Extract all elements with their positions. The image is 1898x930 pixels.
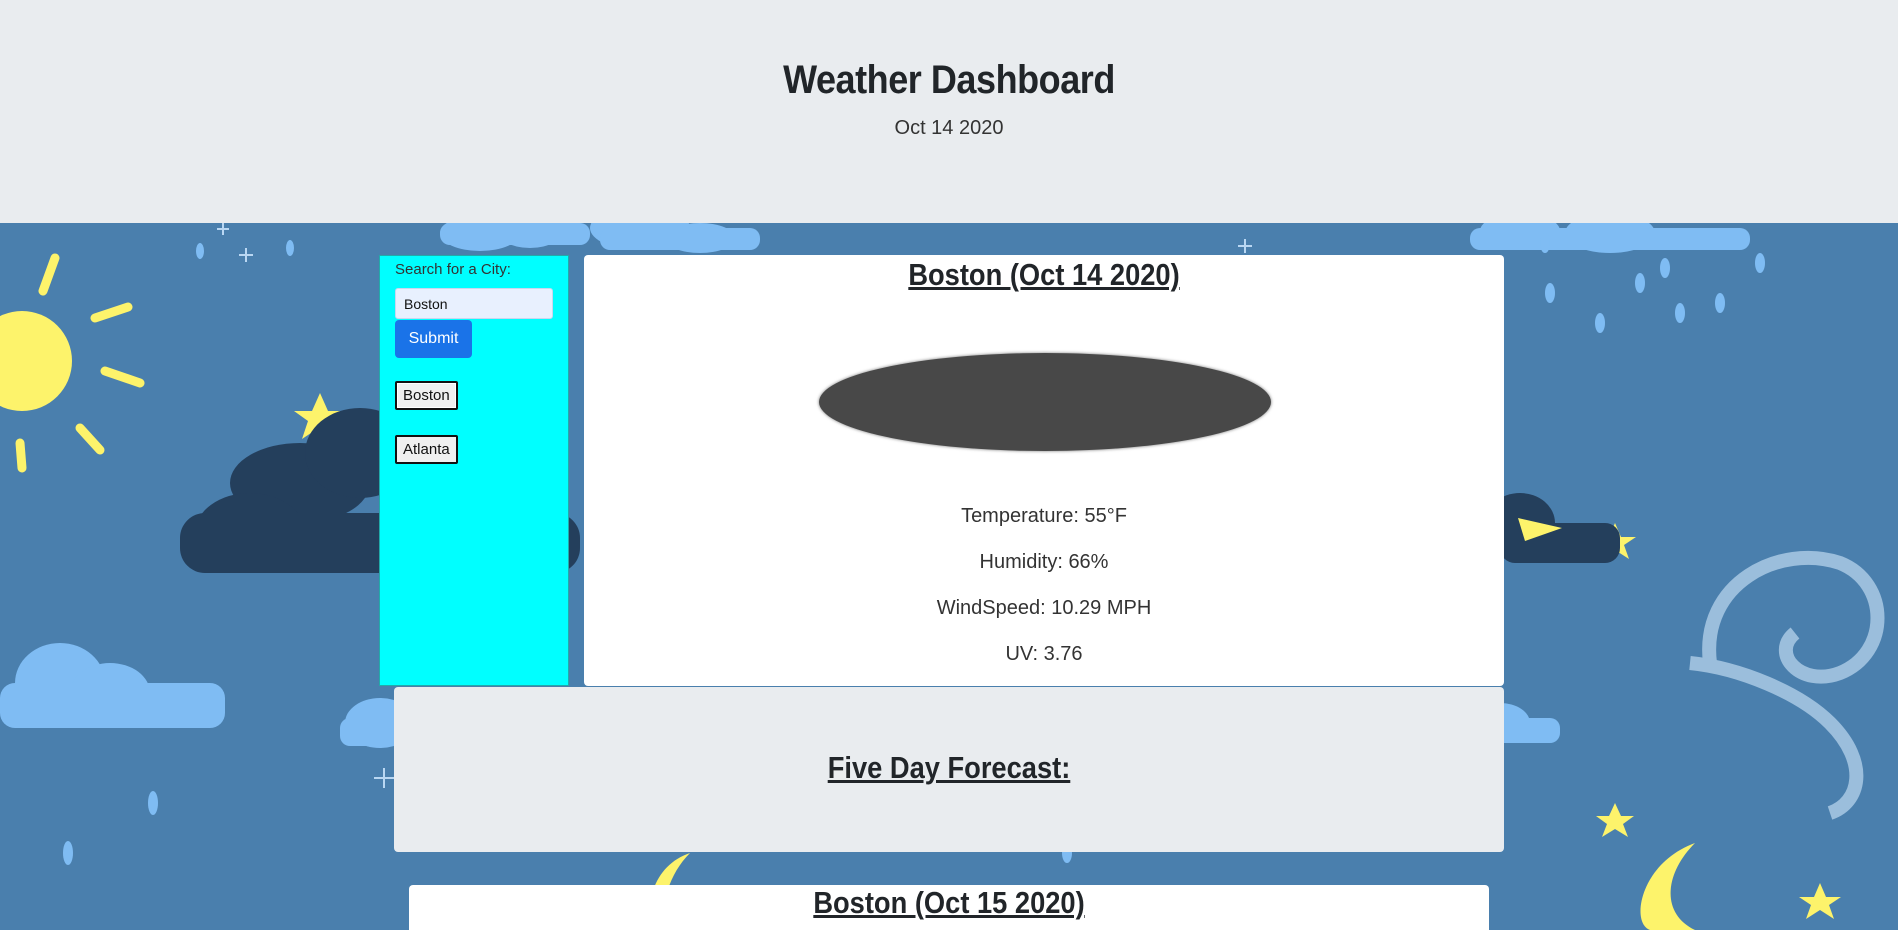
current-city-heading: Boston (Oct 14 2020) bbox=[908, 257, 1180, 292]
current-weather-card: Boston (Oct 14 2020) Temperature: 55°F H… bbox=[584, 255, 1504, 686]
city-search-input[interactable] bbox=[395, 288, 553, 319]
page-title: Weather Dashboard bbox=[783, 58, 1115, 102]
submit-button[interactable]: Submit bbox=[395, 320, 472, 358]
history-button-atlanta[interactable]: Atlanta bbox=[395, 435, 458, 464]
forecast-title: Five Day Forecast: bbox=[827, 750, 1071, 785]
uv-text: UV: 3.76 bbox=[1005, 643, 1083, 665]
current-date: Oct 14 2020 bbox=[894, 117, 1004, 139]
page-header: Weather Dashboard Oct 14 2020 bbox=[0, 0, 1898, 223]
search-label: Search for a City: bbox=[395, 261, 511, 278]
forecast-header: Five Day Forecast: bbox=[394, 687, 1504, 852]
temperature-text: Temperature: 55°F bbox=[961, 505, 1127, 527]
weather-condition-icon bbox=[819, 353, 1271, 451]
windspeed-text: WindSpeed: 10.29 MPH bbox=[936, 597, 1152, 619]
search-sidebar: Search for a City: Submit Boston Atlanta bbox=[379, 255, 569, 686]
humidity-text: Humidity: 66% bbox=[979, 551, 1109, 573]
forecast-day-heading: Boston (Oct 15 2020) bbox=[813, 885, 1085, 920]
forecast-day-card: Boston (Oct 15 2020) bbox=[409, 885, 1489, 930]
history-button-boston[interactable]: Boston bbox=[395, 381, 458, 410]
